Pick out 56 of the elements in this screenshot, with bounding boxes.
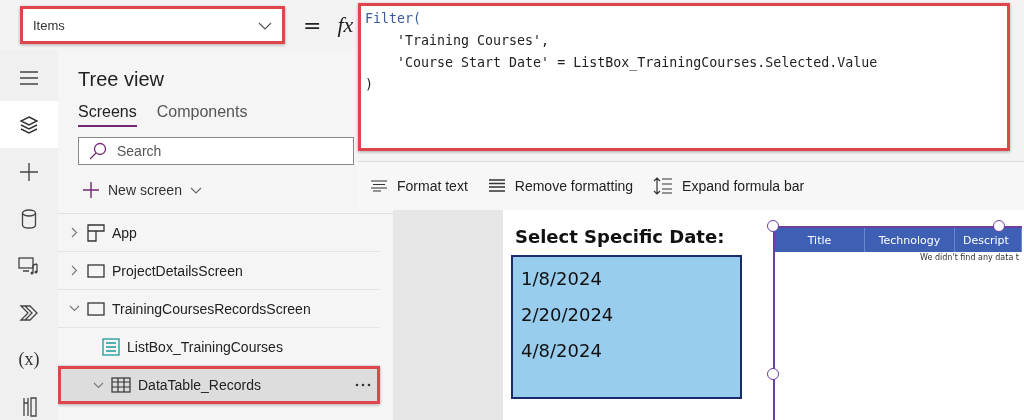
plus-icon[interactable] <box>19 161 39 182</box>
list-option[interactable]: 4/8/2024 <box>521 333 740 369</box>
data-table[interactable]: Title Technology Descript We didn't find any data t <box>773 226 1022 420</box>
equals-sign: = <box>303 12 322 38</box>
resize-handle[interactable] <box>993 220 1005 232</box>
search-icon <box>89 142 107 160</box>
lines-icon <box>487 179 506 193</box>
tree-item[interactable]: ProjectDetailsScreen <box>58 252 380 290</box>
search-field[interactable]: Search <box>78 137 354 165</box>
formula-editor[interactable]: Filter( 'Training Courses', 'Course Start Date' = ListBox_TrainingCourses.Selected.Value ) <box>358 3 1010 151</box>
code-line: 'Training Courses', <box>396 32 551 50</box>
chevron-down-icon <box>258 21 272 30</box>
tree-item[interactable]: App <box>58 214 380 252</box>
chevron-right-icon[interactable] <box>70 227 78 238</box>
toolbar-button[interactable]: Remove formatting <box>485 176 636 196</box>
tree-item[interactable]: TrainingCoursesRecordsScreen <box>58 290 380 328</box>
property-dropdown[interactable]: Items <box>20 6 285 44</box>
expand-icon <box>653 177 674 195</box>
variables-icon[interactable]: (x) <box>18 349 40 370</box>
app-icon <box>87 223 105 242</box>
more-icon[interactable] <box>355 383 371 387</box>
format-text-icon <box>370 180 388 192</box>
column-header: Technology <box>865 228 955 252</box>
tools-icon[interactable] <box>20 396 38 417</box>
code-line: 'Course Start Date' = ListBox_TrainingCourses.Selected.Value <box>396 54 879 73</box>
table-icon <box>111 377 131 393</box>
list-option[interactable]: 2/20/2024 <box>521 297 740 333</box>
new-screen-button[interactable]: New screen <box>82 181 202 199</box>
screen-icon <box>87 263 105 278</box>
screen-icon <box>87 301 105 316</box>
menu-icon[interactable] <box>19 70 39 85</box>
chevron-down-icon[interactable] <box>68 305 80 312</box>
toolbar-button[interactable]: Expand formula bar <box>651 175 807 197</box>
chevron-right-icon[interactable] <box>70 265 78 276</box>
fx-label: fx <box>337 12 354 38</box>
panel-title: Tree view <box>78 68 164 91</box>
chevron-down-icon <box>189 186 202 194</box>
resize-handle[interactable] <box>767 368 779 380</box>
layers-icon[interactable] <box>19 114 39 135</box>
media-icon[interactable] <box>18 255 40 276</box>
components-icon[interactable] <box>19 302 39 323</box>
empty-message: We didn't find any data t <box>919 253 1020 262</box>
cylinder-icon[interactable] <box>21 208 37 229</box>
resize-handle[interactable] <box>767 220 779 232</box>
code-line: ) <box>365 76 374 94</box>
code-line: Filter( <box>365 10 423 28</box>
tab[interactable]: Screens <box>78 103 137 127</box>
list-option[interactable]: 1/8/2024 <box>521 261 740 297</box>
list-icon <box>102 337 120 356</box>
date-list-box[interactable]: 1/8/2024 2/20/2024 4/8/2024 <box>511 255 742 399</box>
plus-icon <box>82 181 100 199</box>
toolbar-button[interactable]: Format text <box>368 176 470 196</box>
canvas-heading: Select Specific Date: <box>515 226 725 247</box>
tree-item[interactable]: DataTable_Records <box>58 366 380 404</box>
tab[interactable]: Components <box>156 103 248 127</box>
chevron-down-icon[interactable] <box>92 381 104 389</box>
